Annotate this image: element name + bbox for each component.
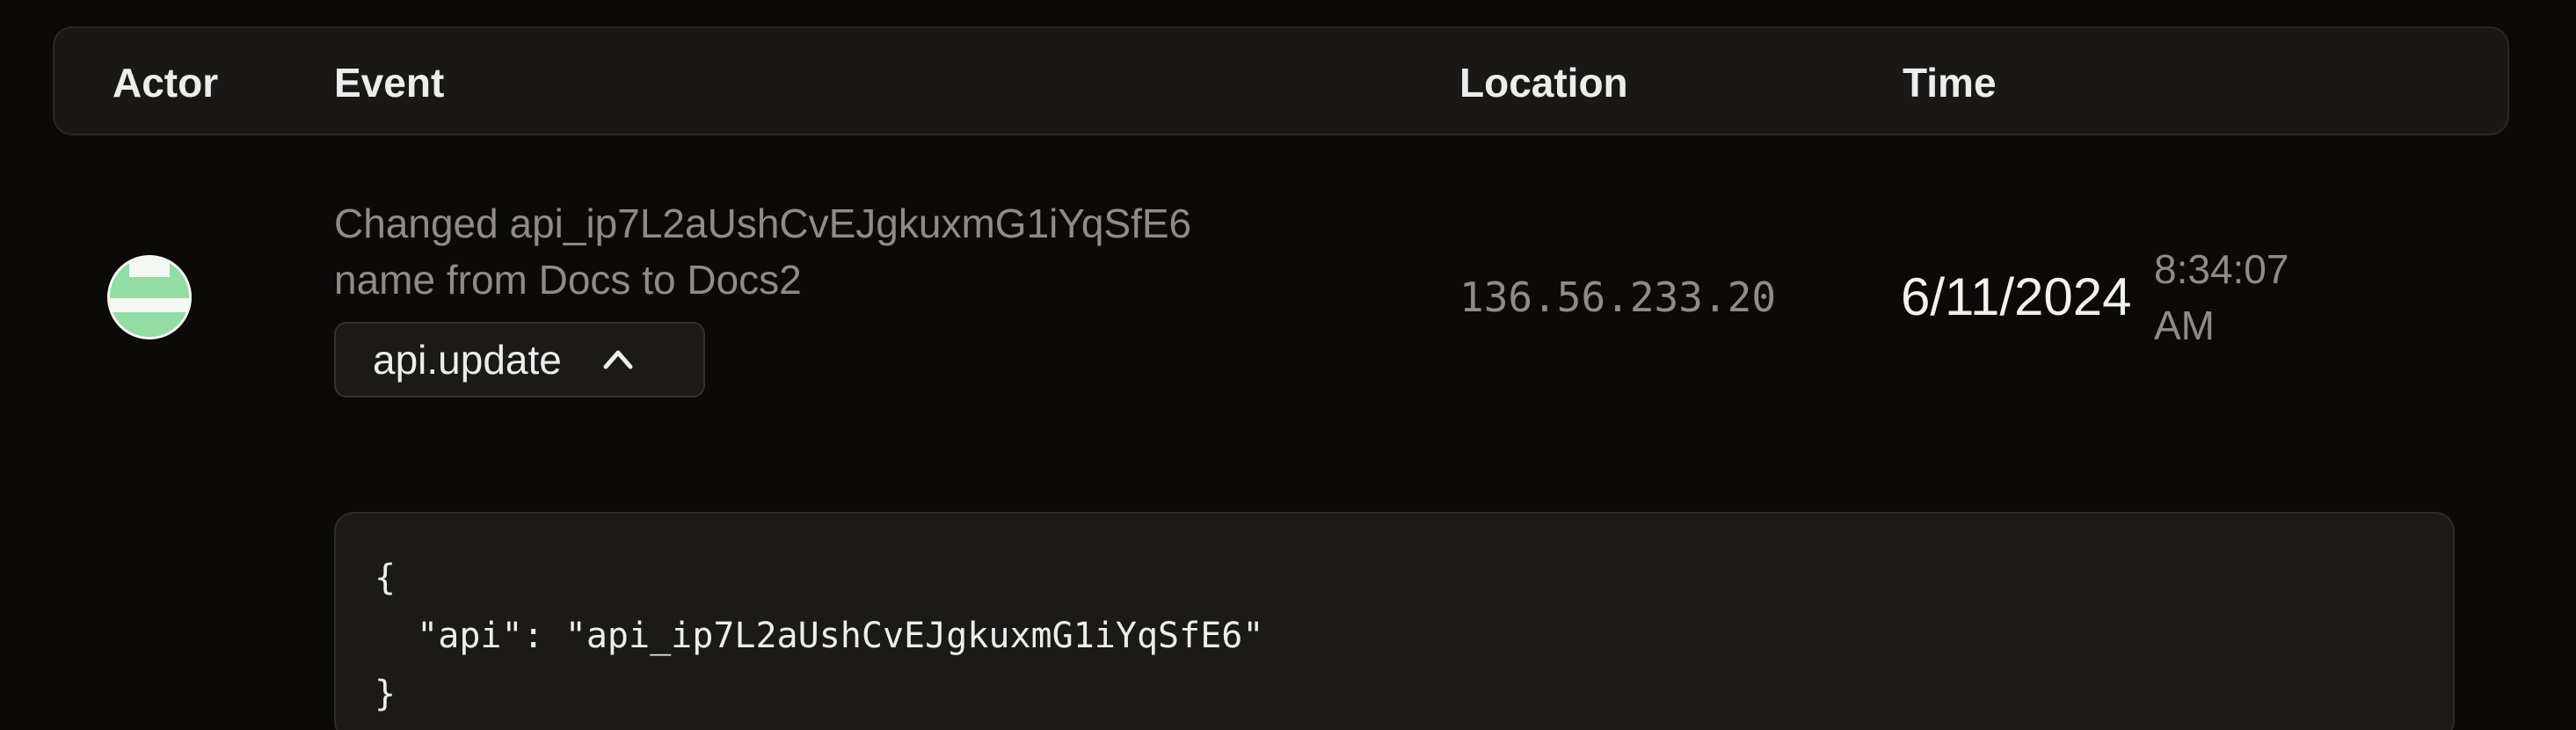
- chevron-up-icon: [603, 350, 633, 369]
- json-line: {: [375, 558, 397, 598]
- table-header: Actor Event Location Time: [53, 26, 2509, 135]
- json-line: "api": "api_ip7L2aUshCvEJgkuxmG1iYqSfE6": [375, 616, 1264, 656]
- column-header-actor: Actor: [113, 60, 219, 106]
- column-header-time: Time: [1903, 60, 1997, 106]
- event-location-ip: 136.56.233.20: [1459, 274, 1777, 321]
- audit-log: Actor Event Location Time Changed api_ip…: [0, 0, 2576, 730]
- event-date: 6/11/2024: [1901, 267, 2132, 326]
- event-json-details: { "api": "api_ip7L2aUshCvEJgkuxmG1iYqSfE…: [334, 512, 2455, 730]
- event-time: 8:34:07 AM: [2154, 246, 2289, 348]
- column-header-event: Event: [334, 60, 445, 106]
- actor-avatar: [107, 255, 192, 339]
- json-line: }: [375, 674, 397, 714]
- column-header-location: Location: [1459, 60, 1628, 106]
- event-type-label: api.update: [373, 337, 562, 383]
- event-type-toggle-button[interactable]: api.update: [334, 322, 705, 398]
- event-description: Changed api_ip7L2aUshCvEJgkuxmG1iYqSfE6 …: [334, 201, 1192, 303]
